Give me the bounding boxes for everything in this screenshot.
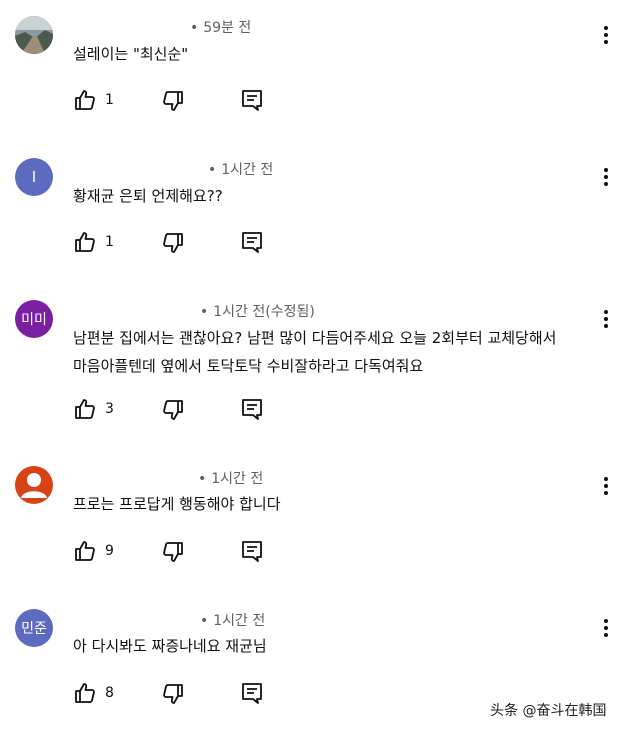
meta-dot: • bbox=[208, 162, 217, 178]
reply-icon bbox=[242, 399, 262, 420]
reply-button[interactable] bbox=[240, 681, 264, 705]
more-options-button[interactable] bbox=[596, 615, 616, 641]
dislike-button[interactable] bbox=[161, 231, 185, 255]
like-button[interactable]: 9 bbox=[73, 539, 114, 563]
more-options-button[interactable] bbox=[596, 473, 616, 499]
comment-text: 프로는 프로답게 행동해야 합니다 bbox=[73, 495, 281, 513]
comment-text: 남편분 집에서는 괜찮아요? 남편 많이 다듬어주세요 오늘 2회부터 교체당해… bbox=[73, 329, 557, 375]
thumbs-down-icon bbox=[163, 91, 183, 111]
comment-text: 설레이는 "최신순" bbox=[73, 45, 189, 63]
avatar[interactable]: I bbox=[15, 158, 53, 196]
dislike-button[interactable] bbox=[161, 682, 185, 706]
meta-dot: • bbox=[200, 613, 209, 629]
thumbs-down-icon bbox=[163, 400, 183, 420]
avatar-initials: 민준 bbox=[21, 621, 47, 637]
comment-text: 황재균 은퇴 언제해요?? bbox=[73, 187, 223, 205]
like-button[interactable]: 3 bbox=[73, 397, 114, 421]
comment-actions: 1 bbox=[0, 230, 640, 258]
thumbs-up-icon bbox=[75, 399, 95, 419]
like-count: 1 bbox=[105, 92, 114, 108]
more-options-icon bbox=[604, 619, 608, 623]
avatar-initials: 미미 bbox=[21, 312, 47, 328]
thumbs-down-icon bbox=[163, 684, 183, 704]
avatar-photo bbox=[15, 16, 53, 54]
thumbs-up-icon bbox=[75, 541, 95, 561]
avatar-initials: I bbox=[31, 168, 37, 186]
more-options-icon bbox=[604, 26, 608, 30]
comment-actions: 1 bbox=[0, 88, 640, 116]
reply-button[interactable] bbox=[240, 230, 264, 254]
thumbs-up-icon bbox=[75, 90, 95, 110]
avatar[interactable]: 미미 bbox=[15, 300, 53, 338]
comment-text: 아 다시봐도 짜증나네요 재균님 bbox=[73, 637, 267, 655]
comment-time: 1시간 전 bbox=[211, 471, 264, 487]
reply-icon bbox=[242, 541, 262, 562]
meta-dot: • bbox=[198, 471, 207, 487]
meta-dot: • bbox=[190, 20, 199, 36]
comment-actions: 9 bbox=[0, 539, 640, 567]
like-button[interactable]: 8 bbox=[73, 681, 114, 705]
thumbs-up-icon bbox=[75, 683, 95, 703]
comment-actions: 3 bbox=[0, 397, 640, 425]
thumbs-down-icon bbox=[163, 542, 183, 562]
meta-dot: • bbox=[200, 304, 209, 320]
like-button[interactable]: 1 bbox=[73, 230, 114, 254]
more-options-button[interactable] bbox=[596, 164, 616, 190]
more-options-icon bbox=[604, 168, 608, 172]
thumbs-up-icon bbox=[75, 232, 95, 252]
comment-time: 1시간 전 bbox=[221, 162, 274, 178]
comment-time: 1시간 전 bbox=[213, 613, 266, 629]
like-count: 9 bbox=[105, 543, 114, 559]
reply-icon bbox=[242, 90, 262, 111]
default-avatar-icon bbox=[21, 473, 47, 498]
like-count: 1 bbox=[105, 234, 114, 250]
like-count: 8 bbox=[105, 685, 114, 701]
dislike-button[interactable] bbox=[161, 89, 185, 113]
reply-button[interactable] bbox=[240, 397, 264, 421]
more-options-icon bbox=[604, 477, 608, 481]
reply-button[interactable] bbox=[240, 539, 264, 563]
reply-icon bbox=[242, 683, 262, 704]
more-options-button[interactable] bbox=[596, 306, 616, 332]
dislike-button[interactable] bbox=[161, 540, 185, 564]
reply-button[interactable] bbox=[240, 88, 264, 112]
more-options-icon bbox=[604, 310, 608, 314]
watermark: 头条 @奋斗在韩国 bbox=[490, 703, 607, 719]
reply-icon bbox=[242, 232, 262, 253]
comment-time: 1시간 전(수정됨) bbox=[213, 304, 315, 320]
like-button[interactable]: 1 bbox=[73, 88, 114, 112]
thumbs-down-icon bbox=[163, 233, 183, 253]
avatar[interactable] bbox=[15, 16, 53, 54]
more-options-button[interactable] bbox=[596, 22, 616, 48]
comment-time: 59분 전 bbox=[203, 20, 252, 36]
avatar[interactable] bbox=[15, 466, 53, 504]
avatar[interactable]: 민준 bbox=[15, 609, 53, 647]
dislike-button[interactable] bbox=[161, 398, 185, 422]
like-count: 3 bbox=[105, 401, 114, 417]
